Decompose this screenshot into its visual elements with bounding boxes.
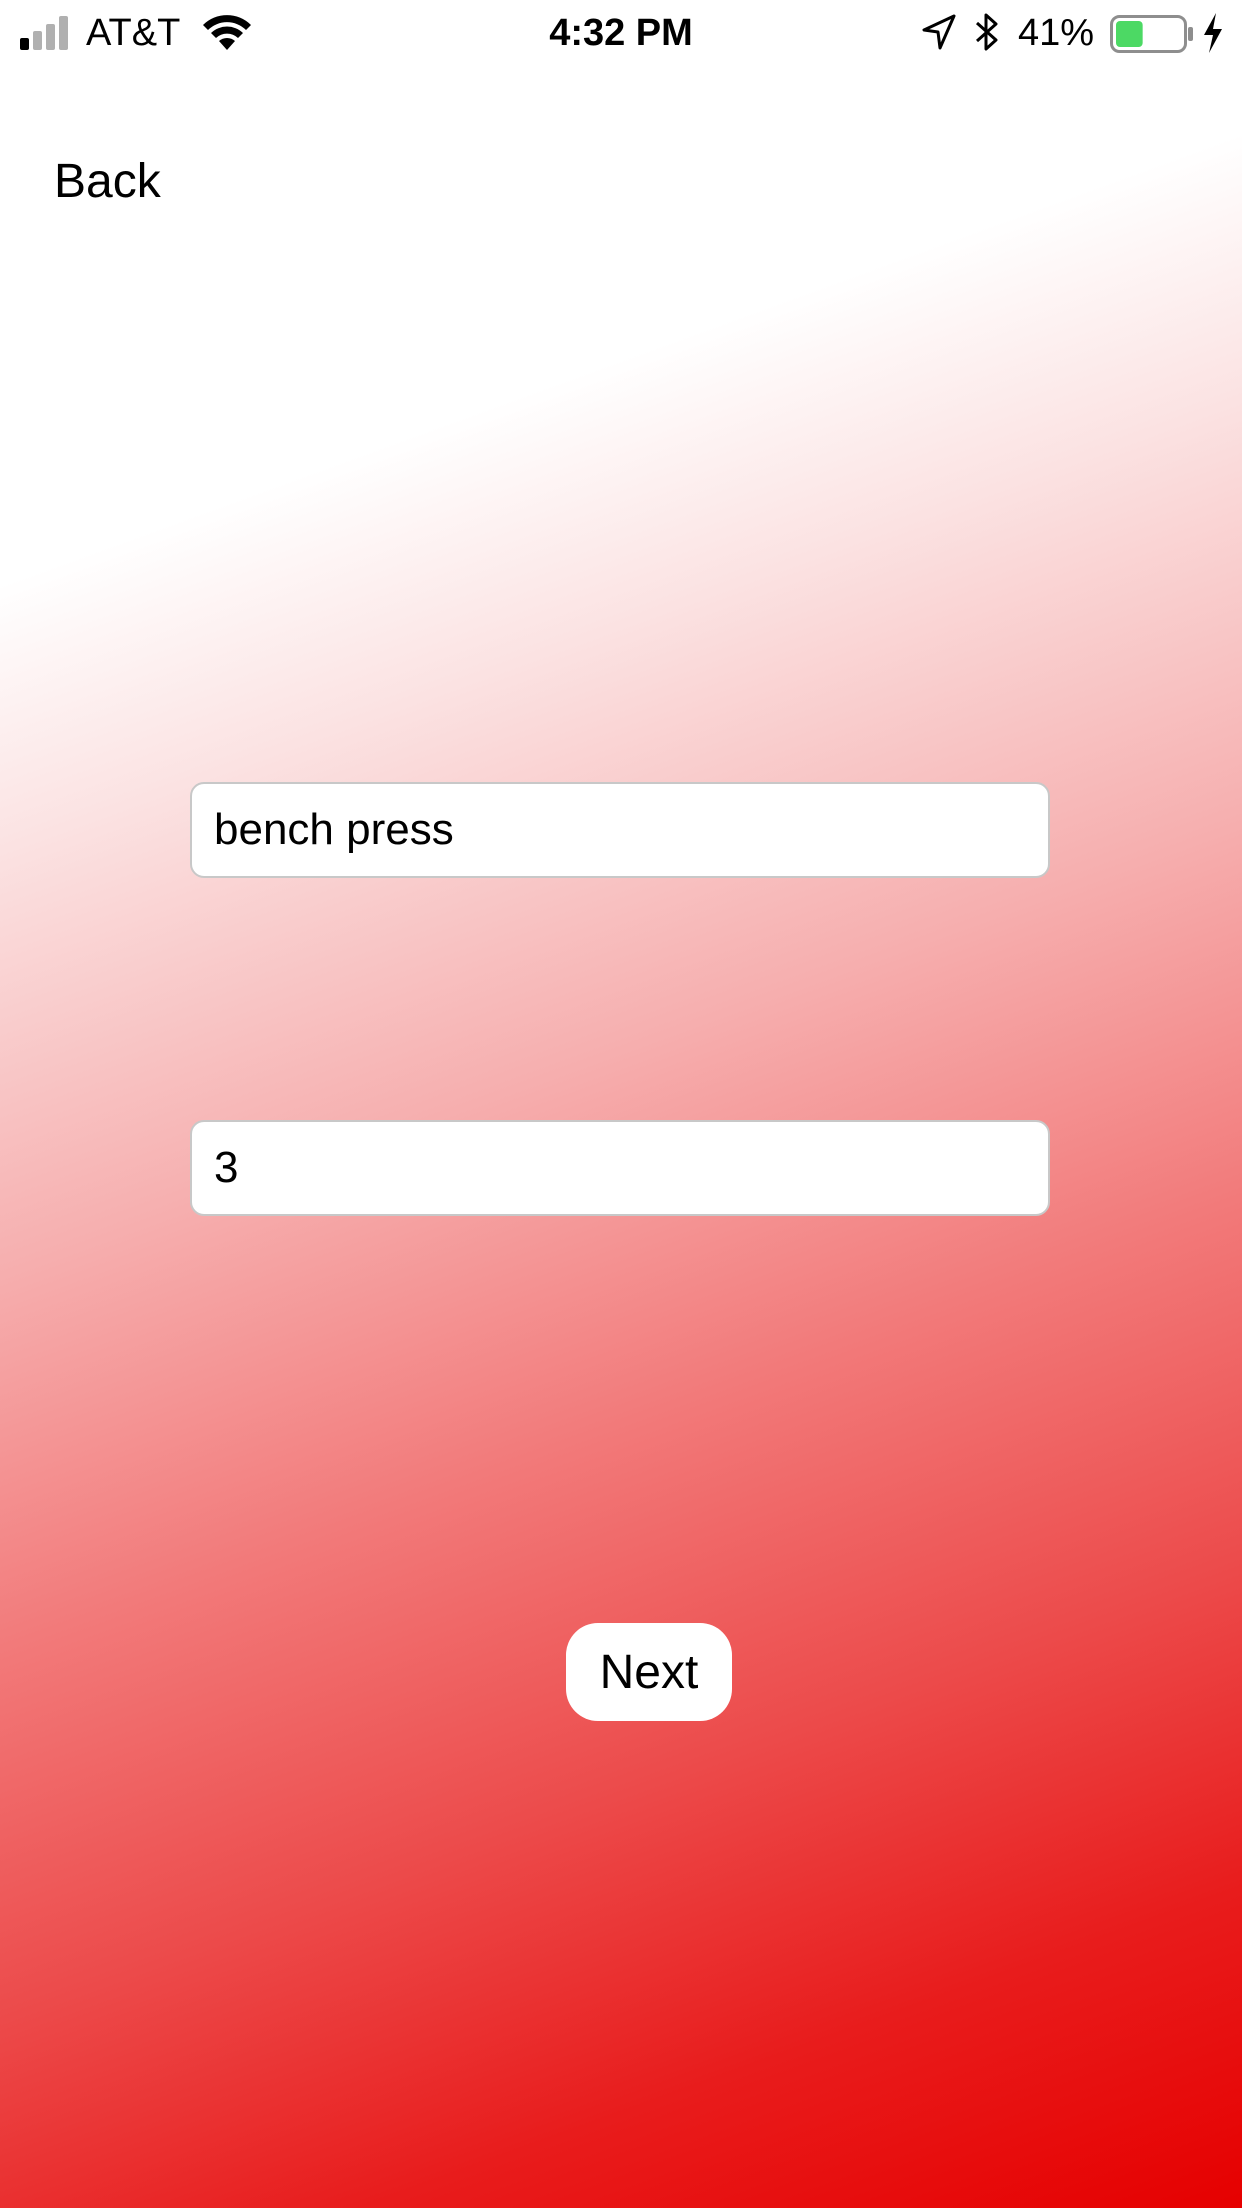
back-button[interactable]: Back xyxy=(54,150,161,214)
exercise-name-input[interactable] xyxy=(190,782,1050,878)
next-button[interactable]: Next xyxy=(566,1623,732,1721)
charging-icon xyxy=(1204,13,1222,53)
battery-icon xyxy=(1110,15,1193,53)
battery-percent: 41% xyxy=(1018,12,1095,54)
bluetooth-icon xyxy=(975,13,998,51)
location-icon xyxy=(922,14,956,50)
status-bar: AT&T 4:32 PM 41% xyxy=(0,0,1242,66)
sets-input[interactable] xyxy=(190,1120,1050,1216)
